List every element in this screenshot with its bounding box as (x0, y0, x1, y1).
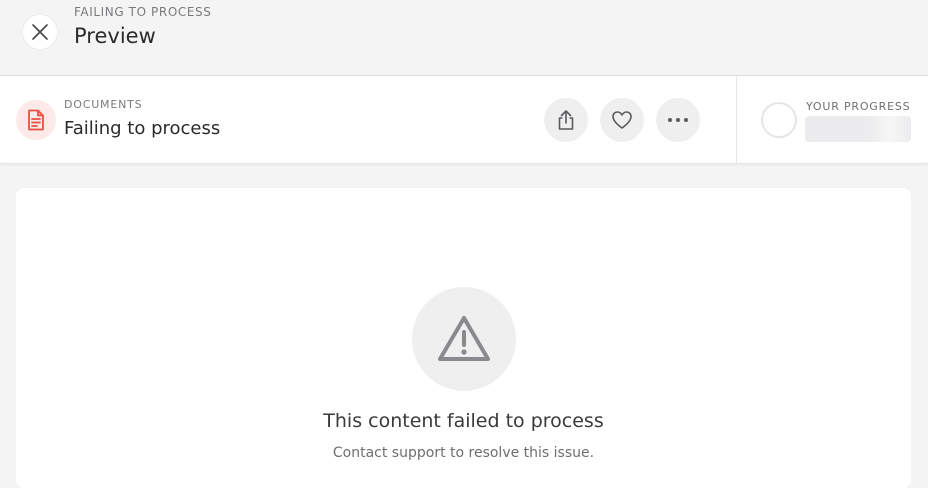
share-button[interactable] (544, 98, 588, 142)
document-bar: DOCUMENTS Failing to process YOUR PROGRE… (0, 76, 928, 164)
page-title: Preview (74, 24, 156, 48)
content-card: This content failed to process Contact s… (16, 188, 911, 488)
warning-badge (412, 287, 516, 391)
progress-label: YOUR PROGRESS (806, 100, 911, 113)
share-icon (558, 110, 574, 130)
warning-icon (438, 316, 490, 361)
document-icon (28, 109, 44, 131)
top-bar: FAILING TO PROCESS Preview (0, 0, 928, 76)
document-title: Failing to process (64, 118, 221, 139)
header-eyebrow: FAILING TO PROCESS (74, 5, 212, 19)
document-category: DOCUMENTS (64, 98, 143, 111)
error-message: Contact support to resolve this issue. (332, 445, 595, 461)
divider (736, 76, 737, 164)
error-title: This content failed to process (323, 410, 604, 432)
progress-ring (761, 102, 797, 138)
document-icon-badge (16, 100, 56, 140)
heart-icon (612, 111, 632, 129)
like-button[interactable] (600, 98, 644, 142)
progress-placeholder (805, 116, 911, 142)
more-options-button[interactable] (656, 98, 700, 142)
close-icon (32, 24, 48, 40)
more-icon (668, 118, 688, 122)
close-button[interactable] (23, 15, 57, 49)
